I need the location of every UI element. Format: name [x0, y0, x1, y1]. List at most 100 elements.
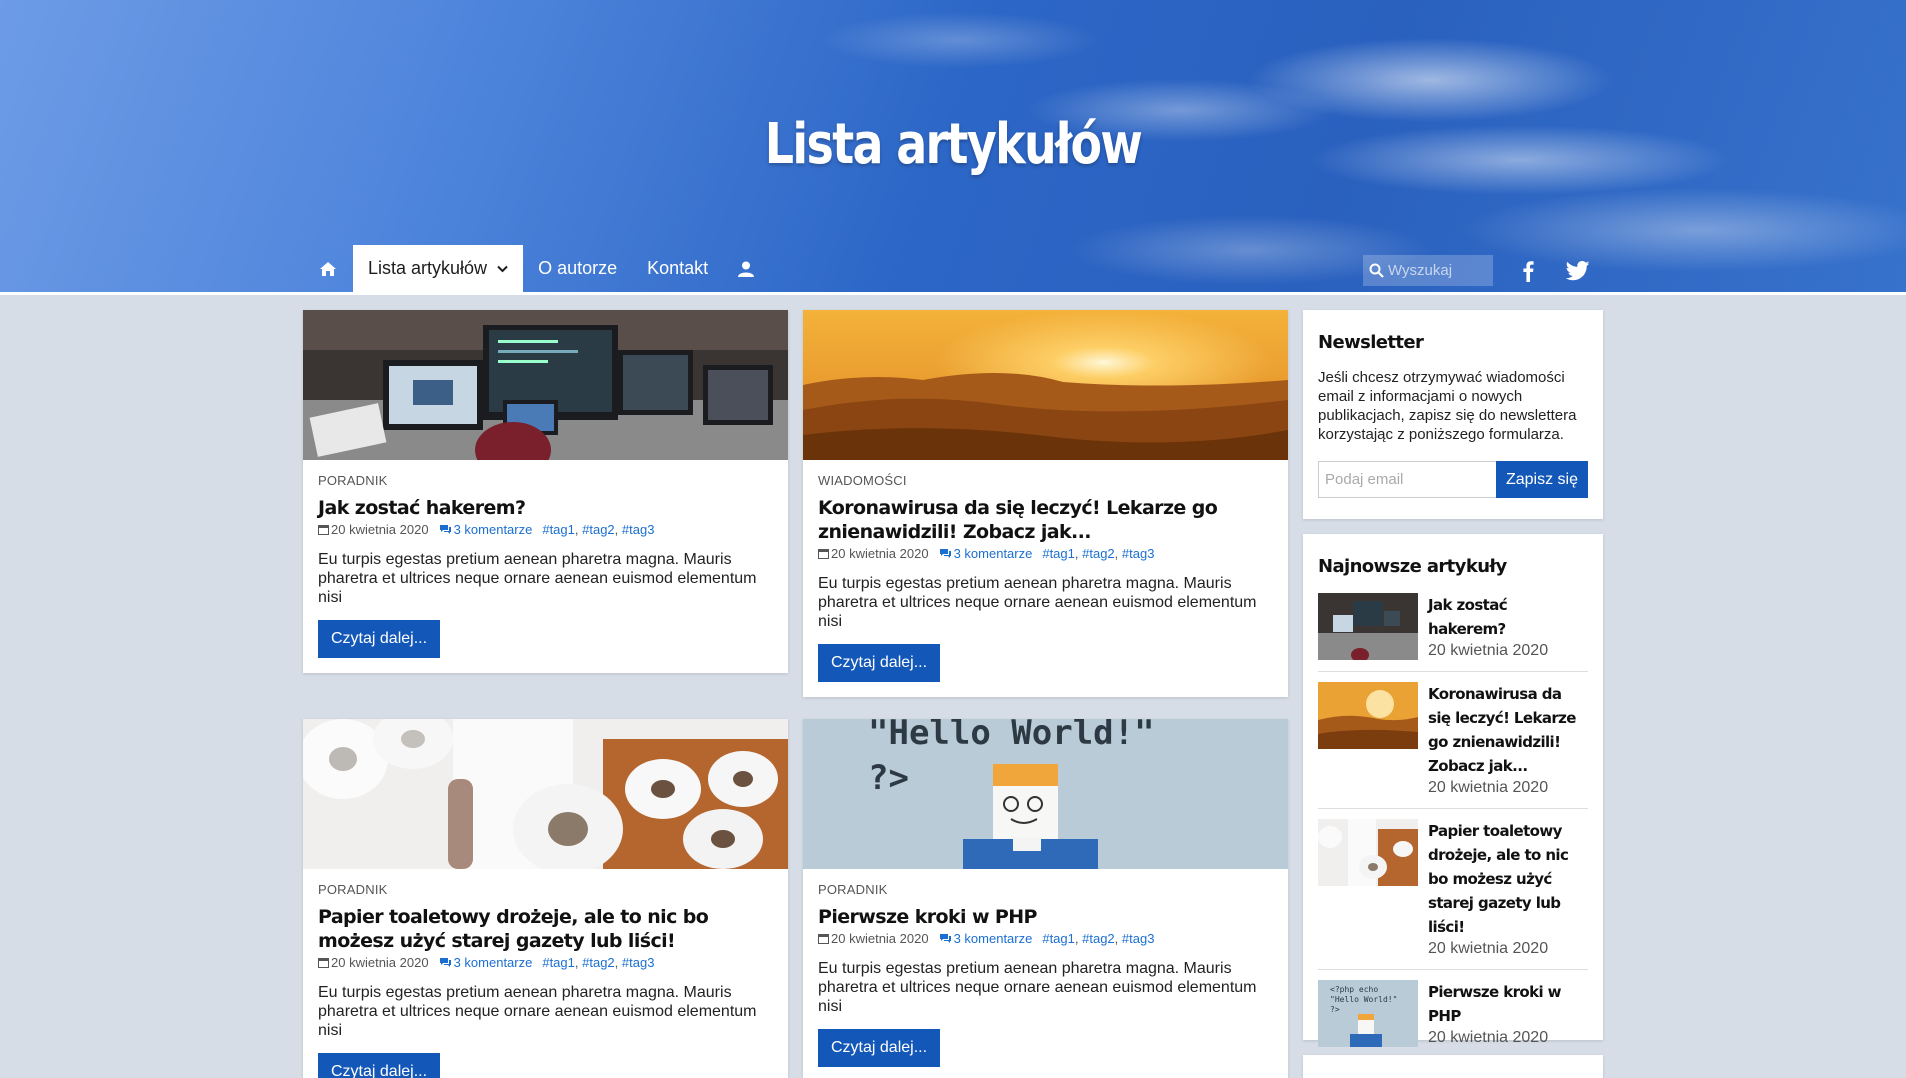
read-more-button[interactable]: Czytaj dalej... — [818, 644, 941, 682]
recent-thumb-hacker[interactable] — [1318, 593, 1418, 660]
main-nav: Lista artykułów O autorze Kontakt — [303, 245, 769, 292]
image-code-text: "Hello World!" — [1330, 995, 1397, 1004]
tag-link[interactable]: #tag2 — [582, 522, 615, 537]
list-item[interactable]: Jak zostać hakerem? 20 kwietnia 2020 — [1318, 583, 1588, 672]
article-meta: 20 kwietnia 2020 3 komentarze #tag1, #ta… — [818, 931, 1273, 946]
tag-link[interactable]: #tag2 — [1082, 931, 1115, 946]
twitter-icon — [1566, 261, 1590, 281]
tag-link[interactable]: #tag3 — [622, 522, 655, 537]
nav-item-label: Lista artykułów — [368, 258, 488, 278]
user-icon — [738, 261, 755, 277]
tag-link[interactable]: #tag1 — [542, 955, 575, 970]
tag-link[interactable]: #tag1 — [1042, 546, 1075, 561]
recent-item-title[interactable]: Jak zostać hakerem? — [1428, 593, 1588, 641]
recent-item-title[interactable]: Koronawirusa da się leczyć! Lekarze go z… — [1428, 682, 1588, 778]
article-card: PORADNIK Jak zostać hakerem? 20 kwietnia… — [303, 310, 788, 673]
tag-link[interactable]: #tag2 — [582, 955, 615, 970]
newsletter-text: Jeśli chcesz otrzymywać wiadomości email… — [1318, 369, 1577, 443]
article-date: 20 kwietnia 2020 — [331, 955, 429, 970]
article-image-php[interactable]: "Hello World!" ?> — [803, 719, 1288, 869]
article-card: PORADNIK Papier toaletowy drożeje, ale t… — [303, 719, 788, 1078]
article-image-hacker[interactable] — [303, 310, 788, 460]
comments-icon — [439, 525, 451, 534]
list-item[interactable]: Papier toaletowy drożeje, ale to nic bo … — [1318, 809, 1588, 970]
search-box[interactable] — [1363, 255, 1493, 286]
recent-title: Najnowsze artykuły — [1318, 556, 1507, 577]
recent-item-date: 20 kwietnia 2020 — [1428, 779, 1549, 796]
tag-link[interactable]: #tag3 — [1122, 931, 1155, 946]
article-date: 20 kwietnia 2020 — [831, 546, 929, 561]
sidebar-widget — [1303, 1055, 1603, 1078]
list-item[interactable]: <?php echo "Hello World!" ?> Pierwsze kr… — [1318, 970, 1588, 1058]
search-input[interactable] — [1388, 262, 1483, 279]
comments-link[interactable]: 3 komentarze — [954, 931, 1033, 946]
image-code-text: ?> — [868, 758, 909, 798]
recent-item-date: 20 kwietnia 2020 — [1428, 1029, 1549, 1046]
newsletter-form: Zapisz się — [1318, 461, 1588, 498]
page-title: Lista artykułów — [764, 112, 1143, 177]
newsletter-title: Newsletter — [1318, 332, 1424, 353]
nav-item-articles[interactable]: Lista artykułów — [353, 245, 524, 292]
article-category[interactable]: PORADNIK — [318, 882, 773, 897]
calendar-icon — [318, 525, 329, 535]
nav-home[interactable] — [303, 245, 353, 292]
article-category[interactable]: PORADNIK — [818, 882, 1273, 897]
article-excerpt: Eu turpis egestas pretium aenean pharetr… — [318, 984, 757, 1039]
nav-user[interactable] — [723, 245, 769, 292]
recent-thumb-desert[interactable] — [1318, 682, 1418, 749]
read-more-button[interactable]: Czytaj dalej... — [318, 1053, 441, 1078]
recent-item-title[interactable]: Pierwsze kroki w PHP — [1428, 980, 1588, 1028]
recent-item-title[interactable]: Papier toaletowy drożeje, ale to nic bo … — [1428, 819, 1588, 939]
article-title[interactable]: Pierwsze kroki w PHP — [818, 905, 1273, 929]
article-date: 20 kwietnia 2020 — [331, 522, 429, 537]
read-more-button[interactable]: Czytaj dalej... — [318, 620, 441, 658]
comments-link[interactable]: 3 komentarze — [954, 546, 1033, 561]
recent-thumb-toilet-paper[interactable] — [1318, 819, 1418, 886]
nav-item-contact[interactable]: Kontakt — [632, 245, 723, 292]
article-title[interactable]: Jak zostać hakerem? — [318, 496, 773, 520]
comments-link[interactable]: 3 komentarze — [454, 955, 533, 970]
read-more-button[interactable]: Czytaj dalej... — [818, 1029, 941, 1067]
article-category[interactable]: WIADOMOŚCI — [818, 473, 1273, 488]
article-title[interactable]: Papier toaletowy drożeje, ale to nic bo … — [318, 905, 773, 953]
calendar-icon — [318, 958, 329, 968]
hero-banner: Lista artykułów — [0, 0, 1906, 292]
article-category[interactable]: PORADNIK — [318, 473, 773, 488]
recent-articles-widget: Najnowsze artykuły Jak zostać hakerem? 2… — [1303, 534, 1603, 1047]
article-excerpt: Eu turpis egestas pretium aenean pharetr… — [818, 960, 1257, 1015]
tag-link[interactable]: #tag2 — [1082, 546, 1115, 561]
tag-link[interactable]: #tag1 — [542, 522, 575, 537]
article-meta: 20 kwietnia 2020 3 komentarze #tag1, #ta… — [318, 955, 773, 970]
recent-item-date: 20 kwietnia 2020 — [1428, 642, 1549, 659]
tag-link[interactable]: #tag3 — [622, 955, 655, 970]
comments-icon — [939, 934, 951, 943]
article-card: "Hello World!" ?> PORADNIK Pierwsze krok… — [803, 719, 1288, 1078]
image-code-text: ?> — [1330, 1005, 1340, 1014]
nav-item-author[interactable]: O autorze — [523, 245, 632, 292]
comments-link[interactable]: 3 komentarze — [454, 522, 533, 537]
article-title[interactable]: Koronawirusa da się leczyć! Lekarze go z… — [818, 496, 1273, 544]
home-icon — [320, 261, 336, 276]
comments-icon — [439, 958, 451, 967]
tag-link[interactable]: #tag3 — [1122, 546, 1155, 561]
recent-thumb-php[interactable]: <?php echo "Hello World!" ?> — [1318, 980, 1418, 1047]
facebook-icon — [1523, 261, 1534, 282]
facebook-link[interactable] — [1512, 255, 1544, 287]
image-code-text: <?php echo — [1330, 985, 1378, 994]
article-meta: 20 kwietnia 2020 3 komentarze #tag1, #ta… — [818, 546, 1273, 561]
chevron-down-icon — [497, 265, 508, 272]
newsletter-widget: Newsletter Jeśli chcesz otrzymywać wiado… — [1303, 310, 1603, 519]
article-date: 20 kwietnia 2020 — [831, 931, 929, 946]
email-field[interactable] — [1318, 461, 1496, 498]
nav-divider — [0, 292, 1906, 295]
search-icon — [1369, 263, 1384, 278]
article-image-toilet-paper[interactable] — [303, 719, 788, 869]
article-image-desert[interactable] — [803, 310, 1288, 460]
list-item[interactable]: Koronawirusa da się leczyć! Lekarze go z… — [1318, 672, 1588, 809]
comments-icon — [939, 549, 951, 558]
subscribe-button[interactable]: Zapisz się — [1496, 461, 1588, 498]
tag-link[interactable]: #tag1 — [1042, 931, 1075, 946]
calendar-icon — [818, 549, 829, 559]
twitter-link[interactable] — [1562, 255, 1594, 287]
article-meta: 20 kwietnia 2020 3 komentarze #tag1, #ta… — [318, 522, 773, 537]
